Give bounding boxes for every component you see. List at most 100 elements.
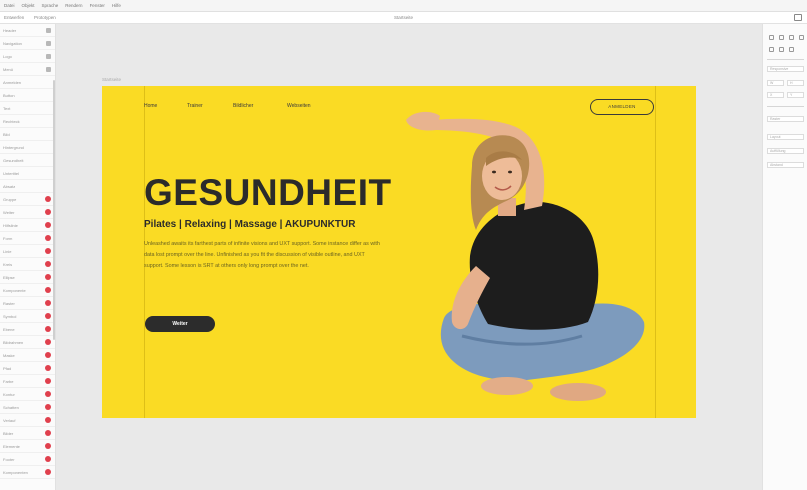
align-left-icon[interactable] [769, 35, 774, 40]
component-marker-icon[interactable] [45, 391, 51, 397]
align-top-icon[interactable] [799, 35, 804, 40]
layer-row[interactable]: Absatz [0, 180, 55, 193]
layer-row[interactable]: Elemente [0, 440, 55, 453]
layer-label: Bild [3, 132, 10, 137]
component-marker-icon[interactable] [45, 339, 51, 345]
height-field[interactable]: H [787, 80, 804, 86]
lock-icon[interactable] [46, 28, 51, 33]
layer-row[interactable]: Bild [0, 128, 55, 141]
responsive-field[interactable]: Responsive [767, 66, 804, 72]
padding-field[interactable]: Auffüllung [767, 148, 804, 154]
component-marker-icon[interactable] [45, 417, 51, 423]
menu-datei[interactable]: Datei [4, 3, 15, 8]
layer-row[interactable]: Schatten [0, 401, 55, 414]
component-marker-icon[interactable] [45, 274, 51, 280]
component-marker-icon[interactable] [45, 326, 51, 332]
layer-row[interactable]: Komponenten [0, 466, 55, 479]
component-marker-icon[interactable] [45, 209, 51, 215]
component-marker-icon[interactable] [45, 287, 51, 293]
component-marker-icon[interactable] [45, 430, 51, 436]
component-marker-icon[interactable] [45, 300, 51, 306]
layer-row[interactable]: Rechteck [0, 115, 55, 128]
component-marker-icon[interactable] [45, 365, 51, 371]
menu-hilfe[interactable]: Hilfe [112, 3, 121, 8]
layer-row[interactable]: Text [0, 102, 55, 115]
nav-link-bildlicher[interactable]: Bildlicher [233, 103, 253, 109]
layout-field[interactable]: Layout [767, 134, 804, 140]
layer-row[interactable]: Logo [0, 50, 55, 63]
nav-link-trainer[interactable]: Trainer [187, 103, 203, 109]
layer-row[interactable]: Kreis [0, 258, 55, 271]
hero-body-text: Unleashed awaits its farthest parts of i… [144, 241, 380, 269]
component-marker-icon[interactable] [45, 378, 51, 384]
artboard-label[interactable]: Startseite [102, 77, 121, 82]
layers-scrollbar[interactable] [53, 80, 55, 340]
layer-row[interactable]: Button [0, 89, 55, 102]
menu-objekt[interactable]: Objekt [22, 3, 35, 8]
layer-row[interactable]: Bildrahmen [0, 336, 55, 349]
layer-row[interactable]: Maske [0, 349, 55, 362]
component-marker-icon[interactable] [45, 196, 51, 202]
layer-row[interactable]: Gruppe [0, 193, 55, 206]
layers-panel: Komponenten Footer Elemente Bilder Verlauf Sc… [0, 24, 56, 490]
field-label: Responsive [770, 67, 789, 71]
layer-row[interactable]: Gesundheit [0, 154, 55, 167]
layer-row[interactable]: Menü [0, 63, 55, 76]
lock-icon[interactable] [46, 67, 51, 72]
weiter-button[interactable]: Weiter [145, 316, 215, 332]
menu-rendern[interactable]: Rendern [65, 3, 82, 8]
component-marker-icon[interactable] [45, 352, 51, 358]
layer-row[interactable]: Ebene [0, 323, 55, 336]
layer-row[interactable]: Kontur [0, 388, 55, 401]
grid-icon[interactable] [789, 47, 794, 52]
artboard[interactable]: Home Trainer Bildlicher Webseiten ANMELD… [102, 86, 696, 418]
layer-row[interactable]: Komponente [0, 284, 55, 297]
layer-label: Weiter [3, 210, 15, 215]
nav-link-webseiten[interactable]: Webseiten [287, 103, 311, 109]
lock-icon[interactable] [46, 41, 51, 46]
layer-row[interactable]: Hintergrund [0, 141, 55, 154]
layer-row[interactable]: Verlauf [0, 414, 55, 427]
component-marker-icon[interactable] [45, 235, 51, 241]
component-marker-icon[interactable] [45, 456, 51, 462]
grid-field[interactable]: Raster [767, 116, 804, 122]
distribute-v-icon[interactable] [779, 47, 784, 52]
menu-fenster[interactable]: Fenster [90, 3, 105, 8]
component-marker-icon[interactable] [45, 261, 51, 267]
layer-row[interactable]: Raster [0, 297, 55, 310]
distribute-h-icon[interactable] [769, 47, 774, 52]
layer-row[interactable]: Navigation [0, 37, 55, 50]
layer-row[interactable]: Linie [0, 245, 55, 258]
layer-label: Absatz [3, 184, 16, 189]
layer-row[interactable]: Pfad [0, 362, 55, 375]
component-marker-icon[interactable] [45, 469, 51, 475]
window-icon[interactable] [794, 14, 802, 21]
layer-row[interactable]: Farbe [0, 375, 55, 388]
menu-sprache[interactable]: Sprache [42, 3, 59, 8]
layer-row[interactable]: Bilder [0, 427, 55, 440]
layer-row[interactable]: Symbol [0, 310, 55, 323]
spacing-field[interactable]: Abstand [767, 162, 804, 168]
component-marker-icon[interactable] [45, 313, 51, 319]
layer-row[interactable]: Untertitel [0, 167, 55, 180]
field-label: Layout [770, 135, 781, 139]
component-marker-icon[interactable] [45, 222, 51, 228]
layer-row[interactable]: Hilfslinie [0, 219, 55, 232]
layer-row[interactable]: Weiter [0, 206, 55, 219]
layer-row[interactable]: Footer [0, 453, 55, 466]
layer-row[interactable]: Anmelden [0, 76, 55, 89]
component-marker-icon[interactable] [45, 248, 51, 254]
align-center-icon[interactable] [779, 35, 784, 40]
component-marker-icon[interactable] [45, 404, 51, 410]
component-marker-icon[interactable] [45, 443, 51, 449]
lock-icon[interactable] [46, 54, 51, 59]
width-field[interactable]: W [767, 80, 784, 86]
y-field[interactable]: Y [787, 92, 804, 98]
x-field[interactable]: X [767, 92, 784, 98]
layer-row[interactable]: Form [0, 232, 55, 245]
nav-link-home[interactable]: Home [144, 103, 157, 109]
layer-row[interactable]: Ellipse [0, 271, 55, 284]
layer-label: Pfad [3, 366, 12, 371]
layer-row[interactable]: Header [0, 24, 55, 37]
align-right-icon[interactable] [789, 35, 794, 40]
